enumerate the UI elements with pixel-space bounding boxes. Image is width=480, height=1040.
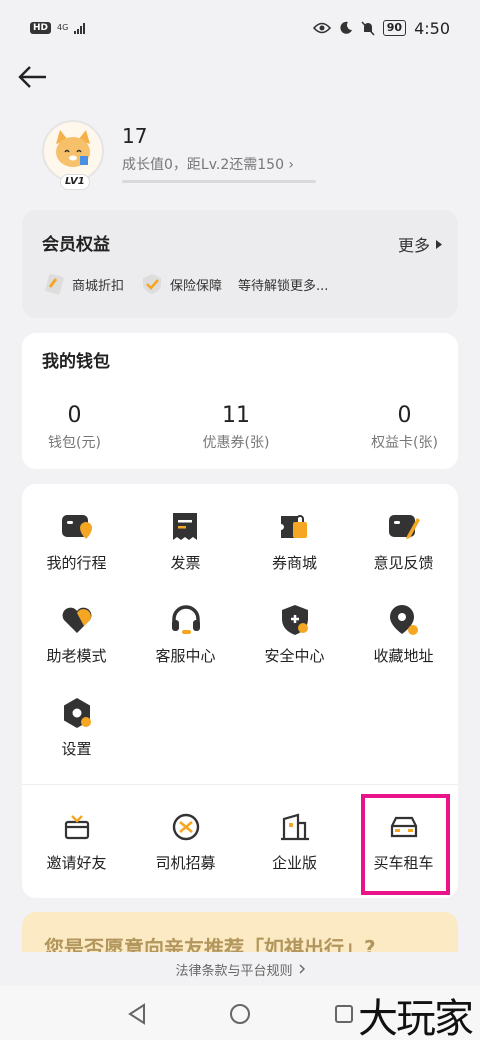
service-coupon-mall[interactable]: 券商城 — [240, 484, 349, 577]
user-name: 17 — [122, 124, 148, 148]
service-my-trips[interactable]: 我的行程 — [22, 484, 131, 577]
more-label: 更多 — [397, 236, 430, 255]
wallet-benefit-cards[interactable]: 0 权益卡(张) — [371, 403, 438, 452]
gift-box-icon — [64, 815, 89, 840]
service-customer-center[interactable]: 客服中心 — [131, 577, 240, 670]
battery-indicator: 90 — [382, 20, 407, 36]
promo-text: 您是否愿意向亲友推荐「如祺出行」? — [44, 936, 376, 952]
legal-label: 法律条款与平台规则 — [175, 963, 293, 979]
status-left: HD 4G — [30, 22, 86, 34]
service-safety-center[interactable]: 安全中心 — [240, 577, 349, 670]
hd-badge: HD — [30, 22, 52, 34]
watermark-text: 大玩家 — [358, 996, 474, 1040]
feedback-pencil-icon — [388, 515, 420, 539]
avatar[interactable]: LV1 — [42, 120, 104, 190]
status-right: 90 4:50 — [312, 18, 450, 38]
recommend-survey-banner[interactable]: 您是否愿意向亲友推荐「如祺出行」? — [22, 912, 458, 952]
moon-icon — [340, 21, 352, 34]
service-label: 发票 — [170, 554, 201, 572]
services-row-2: 助老模式 客服中心 安全中心 收藏地址 — [22, 577, 458, 670]
service-saved-addresses[interactable]: 收藏地址 — [349, 577, 458, 670]
eye-icon — [312, 22, 331, 34]
invoice-icon — [172, 513, 197, 540]
cat-mascot-icon — [56, 130, 90, 167]
service-label: 我的行程 — [46, 554, 107, 572]
legal-terms-link[interactable]: 法律条款与平台规则 — [0, 952, 480, 986]
member-benefits-card[interactable]: 会员权益 更多 商城折扣 保险保障 等待解锁更多... — [22, 210, 458, 318]
shield-check-icon — [143, 274, 162, 294]
status-time: 4:50 — [414, 18, 450, 38]
wallet-columns: 0 钱包(元) 11 优惠券(张) 0 权益卡(张) — [22, 403, 458, 452]
home-circle-icon[interactable] — [226, 1000, 254, 1028]
wallet-coupons-value: 11 — [222, 403, 250, 428]
benefit-label: 保险保障 — [170, 278, 223, 294]
status-bar: HD 4G 90 4:50 — [0, 0, 480, 56]
service-label: 司机招募 — [155, 854, 216, 872]
service-settings[interactable]: 设置 — [22, 670, 131, 763]
service-label: 券商城 — [271, 554, 317, 572]
discount-tag-icon — [45, 273, 64, 295]
wallet-title: 我的钱包 — [42, 352, 110, 372]
service-label: 助老模式 — [46, 647, 107, 665]
service-invoice[interactable]: 发票 — [131, 484, 240, 577]
service-elderly-mode[interactable]: 助老模式 — [22, 577, 131, 670]
signal-icon — [74, 22, 86, 34]
recents-square-icon[interactable] — [330, 1000, 358, 1028]
back-triangle-icon[interactable] — [124, 1000, 152, 1028]
profile-header[interactable]: LV1 17 成长值0，距Lv.2还需150 › — [42, 120, 442, 190]
gear-icon — [63, 698, 91, 728]
service-invite-friends[interactable]: 邀请好友 — [22, 784, 131, 877]
headset-icon — [171, 605, 200, 634]
benefits-title: 会员权益 — [42, 235, 110, 255]
wallet-coupons-label: 优惠券(张) — [202, 435, 270, 451]
coupon-mall-icon — [280, 515, 307, 538]
benefit-more-locked: 等待解锁更多... — [238, 275, 328, 294]
location-pin-icon — [389, 605, 418, 635]
service-label: 意见反馈 — [373, 554, 434, 572]
mute-bell-icon — [361, 20, 375, 36]
services-row-3: 设置 — [22, 670, 458, 763]
growth-progress-bar — [122, 180, 316, 183]
level-badge: LV1 — [60, 174, 90, 190]
benefit-mall-discount[interactable]: 商城折扣 — [42, 272, 124, 296]
shield-plus-icon — [281, 605, 308, 635]
services-row-1: 我的行程 发票 券商城 意见反馈 — [22, 484, 458, 577]
benefit-label: 等待解锁更多... — [238, 278, 329, 294]
heart-hands-icon — [62, 607, 91, 633]
benefit-items: 商城折扣 保险保障 等待解锁更多... — [42, 272, 328, 296]
wallet-coupons[interactable]: 11 优惠券(张) — [203, 403, 270, 452]
trip-card-icon — [61, 515, 92, 539]
benefit-insurance[interactable]: 保险保障 — [140, 272, 222, 296]
service-feedback[interactable]: 意见反馈 — [349, 484, 458, 577]
service-label: 企业版 — [271, 854, 317, 872]
service-label: 客服中心 — [155, 647, 216, 665]
chevron-right-icon — [299, 964, 305, 974]
back-arrow-icon[interactable] — [16, 62, 50, 92]
highlight-annotation — [361, 794, 450, 895]
network-type: 4G — [57, 23, 69, 32]
service-driver-recruit[interactable]: 司机招募 — [131, 784, 240, 877]
benefits-more-link[interactable]: 更多 — [398, 232, 442, 256]
triangle-right-icon — [436, 239, 442, 249]
wallet-balance[interactable]: 0 钱包(元) — [48, 403, 101, 452]
benefit-label: 商城折扣 — [72, 278, 125, 294]
service-label: 收藏地址 — [373, 647, 434, 665]
building-icon — [280, 813, 309, 841]
service-label: 邀请好友 — [46, 854, 107, 872]
service-enterprise[interactable]: 企业版 — [240, 784, 349, 877]
wallet-benefit-cards-value: 0 — [397, 403, 412, 428]
wallet-benefit-cards-label: 权益卡(张) — [371, 435, 438, 451]
growth-value-text[interactable]: 成长值0，距Lv.2还需150 › — [122, 154, 294, 174]
steering-wheel-icon — [172, 813, 199, 841]
wallet-balance-label: 钱包(元) — [48, 435, 101, 451]
service-label: 安全中心 — [264, 647, 325, 665]
wallet-card: 我的钱包 0 钱包(元) 11 优惠券(张) 0 权益卡(张) — [22, 333, 458, 469]
wallet-balance-value: 0 — [67, 403, 82, 428]
service-label: 设置 — [61, 740, 92, 758]
